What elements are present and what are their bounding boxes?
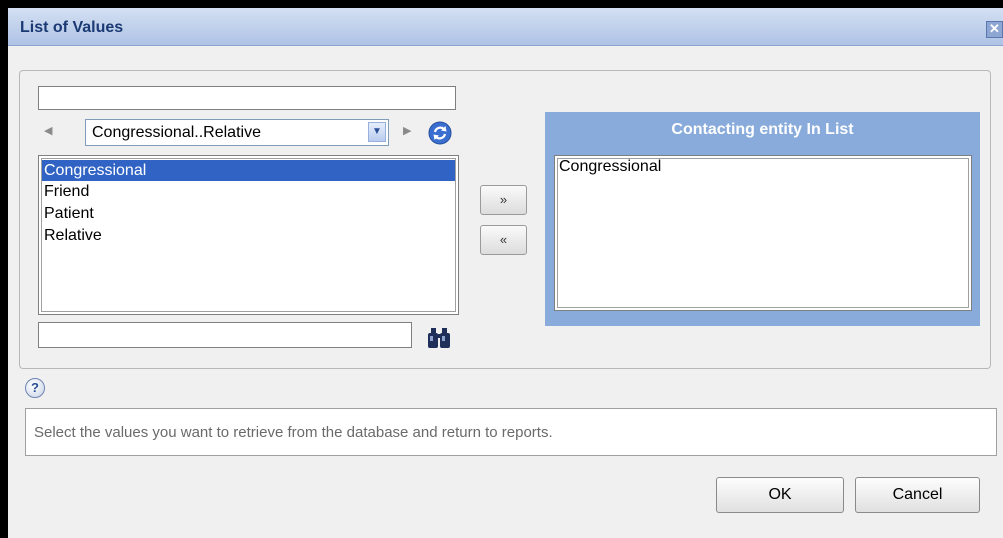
refresh-icon[interactable] xyxy=(427,120,453,146)
list-item[interactable]: Friend xyxy=(42,181,89,202)
list-item[interactable]: Congressional xyxy=(42,160,455,181)
dialog-title: List of Values xyxy=(20,19,124,36)
title-bar: List of Values ✕ xyxy=(8,8,1003,46)
triangle-left-icon[interactable]: ◀ xyxy=(44,124,54,138)
selected-values-header: Contacting entity In List xyxy=(671,121,854,138)
range-select-value: Congressional..Relative xyxy=(92,124,261,141)
available-values-list[interactable]: Congressional Friend Patient Relative xyxy=(38,155,459,315)
selected-values-panel: Contacting entity In List Congressional xyxy=(545,112,980,326)
triangle-right-icon[interactable]: ▶ xyxy=(403,124,413,138)
search-input[interactable] xyxy=(38,322,412,348)
cancel-button[interactable]: Cancel xyxy=(855,477,980,513)
ok-button[interactable]: OK xyxy=(716,477,844,513)
help-icon[interactable]: ? xyxy=(25,378,45,398)
selected-values-list[interactable]: Congressional xyxy=(554,155,972,311)
list-item[interactable]: Patient xyxy=(42,203,94,224)
remove-values-button[interactable]: « xyxy=(480,225,527,255)
filter-input[interactable] xyxy=(38,86,456,110)
add-values-button[interactable]: » xyxy=(480,185,527,215)
range-select[interactable]: Congressional..Relative ▼ xyxy=(85,119,389,146)
list-item[interactable]: Relative xyxy=(42,225,102,246)
binoculars-icon[interactable] xyxy=(425,327,453,349)
chevron-down-icon[interactable]: ▼ xyxy=(368,122,386,142)
help-text-box: Select the values you want to retrieve f… xyxy=(25,408,997,456)
list-item[interactable]: Congressional xyxy=(559,158,661,176)
close-icon[interactable]: ✕ xyxy=(986,21,1003,38)
help-text: Select the values you want to retrieve f… xyxy=(34,424,553,441)
